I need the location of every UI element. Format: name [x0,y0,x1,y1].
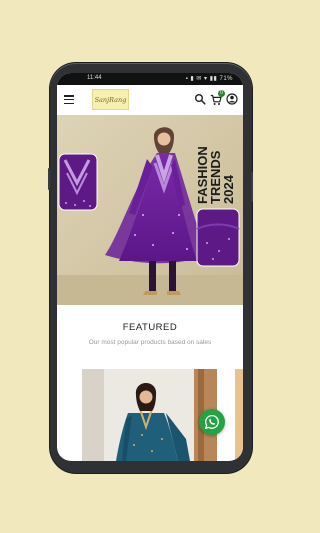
cart-count-badge: 0 [218,90,225,97]
status-indicators: ▪ ▮ ✉ ▾ ▮▮ 71% [185,76,233,82]
cart-button[interactable]: 0 [210,90,225,105]
account-icon[interactable] [226,93,238,105]
brand-logo[interactable]: SanjRang [92,89,129,110]
next-product-card-edge[interactable] [235,369,243,461]
status-time: 11:44 [87,75,102,81]
app-header: SanjRang 0 [57,85,243,115]
whatsapp-icon [204,414,219,430]
banner-line-year: 2024 [221,174,236,204]
status-bar: 11:44 ▪ ▮ ✉ ▾ ▮▮ 71% [57,73,243,85]
search-icon[interactable] [194,93,206,105]
phone-power-button [251,172,253,202]
hero-banner[interactable]: FASHION TRENDS 2024 [57,115,243,305]
product-card-image[interactable] [82,369,217,461]
phone-screen: 11:44 ▪ ▮ ✉ ▾ ▮▮ 71% SanjRang 0 FASHION … [57,73,243,461]
phone-side-button [48,168,50,190]
dress-detail-inset-left [58,153,98,211]
featured-section-title: FEATURED [122,322,178,333]
dress-detail-inset-right [196,208,240,267]
featured-section-subtitle: Our most popular products based on sales [88,339,212,346]
menu-icon[interactable] [64,95,74,105]
whatsapp-chat-button[interactable] [199,409,225,435]
